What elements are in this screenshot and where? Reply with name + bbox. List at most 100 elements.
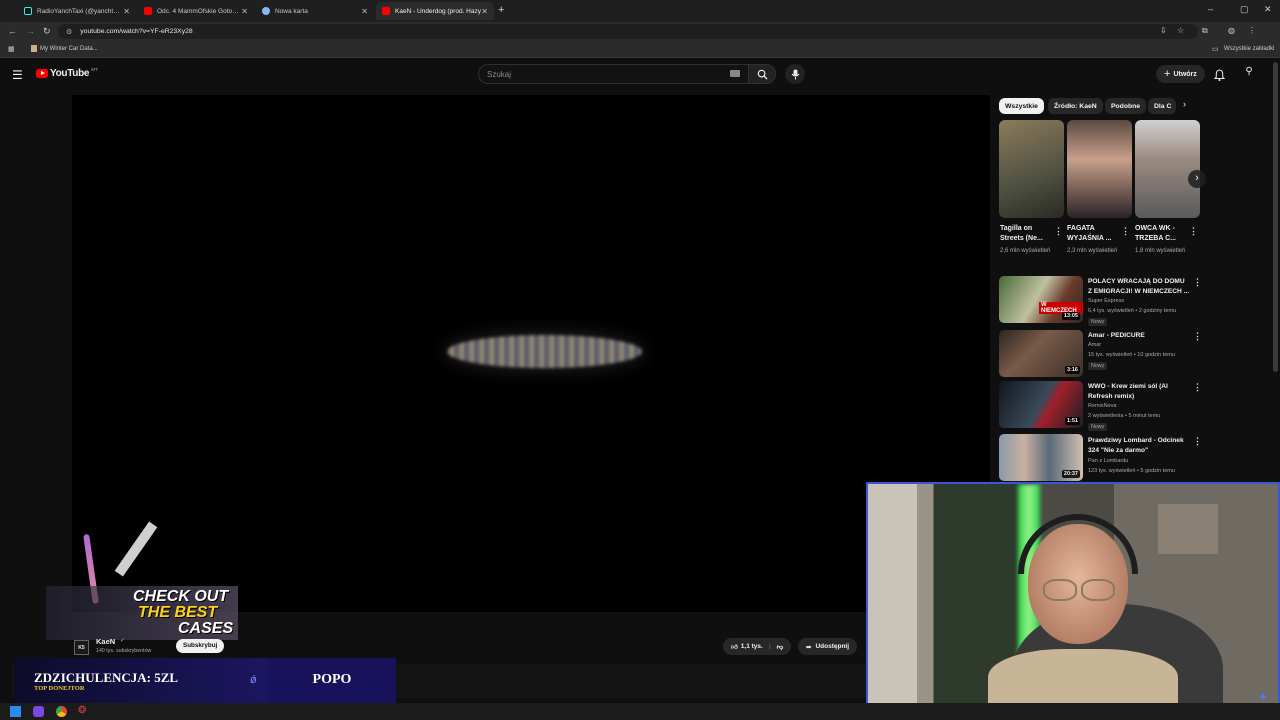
shelf — [1158, 504, 1218, 554]
related-thumbnail[interactable]: 3:16 — [999, 330, 1083, 377]
advert-line-1: CHECK OUT — [133, 588, 229, 605]
chrome-app-icon[interactable] — [56, 706, 67, 717]
forward-icon[interactable]: → — [26, 26, 35, 36]
channel-avatar[interactable]: K5 — [74, 640, 89, 655]
apps-grid-icon[interactable]: ▦ — [8, 45, 15, 53]
short-thumbnail-fagata[interactable] — [1067, 120, 1132, 218]
related-thumbnail[interactable]: W NIEMCZECH 13:05 — [999, 276, 1083, 323]
search-input[interactable]: Szukaj — [478, 64, 748, 84]
more-options-icon[interactable]: ⋮ — [1193, 331, 1202, 342]
more-options-icon[interactable]: ⋮ — [1193, 382, 1202, 393]
related-meta: 6,4 tys. wyświetleń • 2 godziny temu — [1088, 308, 1177, 314]
more-options-icon[interactable]: ⋮ — [1189, 226, 1198, 237]
tab-mammofskie[interactable]: Odc. 4 MammOfskie Gotowan ✕ — [138, 2, 254, 20]
shorts-next-button[interactable]: › — [1188, 170, 1206, 188]
duration-badge: 13:05 — [1061, 312, 1080, 320]
short-thumbnail-owca[interactable] — [1135, 120, 1200, 218]
youtube-play-icon — [36, 69, 48, 78]
chip-all[interactable]: Wszystkie — [999, 98, 1044, 114]
new-tab-button[interactable]: + — [498, 4, 504, 16]
site-settings-icon[interactable]: ⚙ — [66, 28, 72, 36]
related-channel[interactable]: Amar — [1088, 340, 1198, 350]
all-bookmarks-link[interactable]: Wszystkie zakładki — [1224, 46, 1274, 52]
close-icon[interactable]: ✕ — [123, 7, 130, 16]
tab-kaen-underdog[interactable]: KaeN - Underdog (prod. Hazy ✕ — [376, 2, 494, 20]
close-icon[interactable]: ✕ — [361, 7, 368, 16]
new-badge: Nowy — [1088, 423, 1108, 431]
case-advert-overlay: CHECK OUT THE BEST CASES — [46, 521, 238, 642]
extensions-icon[interactable]: ⧉ — [1202, 26, 1208, 36]
short-title[interactable]: OWCA WK - TRZEBA C... — [1135, 224, 1189, 244]
page-scrollbar[interactable] — [1273, 62, 1278, 372]
tab-nowa-karta[interactable]: Nowa karta ✕ — [256, 2, 374, 20]
chip-similar[interactable]: Podobne — [1105, 98, 1147, 114]
related-meta: 123 tys. wyświetleń • 5 godzin temu — [1088, 468, 1175, 474]
app-icon[interactable]: ❂ — [78, 705, 86, 716]
create-button[interactable]: + Utwórz — [1156, 65, 1205, 83]
overlay-logo-icon: ✦ — [1257, 690, 1268, 704]
related-channel[interactable]: Super Express — [1088, 296, 1198, 306]
minimize-icon[interactable]: – — [1208, 4, 1213, 14]
short-views: 2,6 mln wyświetleń — [1000, 248, 1051, 254]
menu-dots-icon[interactable]: ⋮ — [1248, 26, 1256, 35]
hamburger-menu-icon[interactable]: ☰ — [12, 68, 23, 82]
chip-source-kaen[interactable]: Źródło: KaeN — [1048, 98, 1103, 114]
voice-search-button[interactable] — [785, 64, 805, 84]
related-thumbnail[interactable]: 20:37 — [999, 434, 1083, 481]
keyboard-icon[interactable] — [730, 70, 740, 77]
close-icon[interactable]: ✕ — [241, 7, 248, 16]
subscribe-button[interactable]: Subskrybuj — [176, 639, 225, 653]
like-button[interactable]: 👍︎ 1,1 tys. — [731, 643, 763, 651]
short-title[interactable]: FAGATA WYJAŚNIA ... — [1067, 224, 1121, 244]
related-channel[interactable]: Pan z Lombardu — [1088, 456, 1198, 466]
thumbs-down-icon: 👎︎ — [776, 643, 784, 651]
more-options-icon[interactable]: ⋮ — [1121, 226, 1130, 237]
related-title[interactable]: POLACY WRACAJĄ DO DOMU Z EMIGRACJI! W NI… — [1088, 277, 1190, 296]
microphone-icon — [791, 69, 799, 79]
tiktok-icon — [24, 7, 32, 15]
close-window-icon[interactable]: ✕ — [1264, 4, 1272, 15]
related-title[interactable]: WWO - Krew ziemi sól (AI Refresh remix) — [1088, 382, 1190, 401]
close-icon[interactable]: ✕ — [481, 7, 488, 16]
glasses-left — [1043, 579, 1077, 601]
new-badge: Nowy — [1088, 362, 1108, 370]
related-title[interactable]: Prawdziwy Lombard - Odcinek 324 "Nie za … — [1088, 436, 1190, 455]
back-icon[interactable]: ← — [8, 26, 17, 36]
twitch-app-icon[interactable] — [33, 706, 44, 717]
related-meta: 2 wyświetlenia • 5 minut temu — [1088, 413, 1161, 419]
more-options-icon[interactable]: ⋮ — [1193, 277, 1202, 288]
related-channel[interactable]: RemixNova — [1088, 401, 1198, 411]
notifications-bell-icon[interactable] — [1214, 69, 1225, 81]
dislike-button[interactable]: 👎︎ — [777, 643, 784, 651]
duration-badge: 1:51 — [1064, 417, 1080, 425]
reload-icon[interactable]: ↻ — [43, 26, 51, 37]
chevron-right-icon[interactable]: › — [1183, 99, 1186, 109]
chrome-icon — [262, 7, 270, 15]
address-bar[interactable]: ⚙ youtube.com/watch?v=YF-eR23Xy28 — [58, 24, 1198, 39]
more-options-icon[interactable]: ⋮ — [1193, 436, 1202, 447]
chip-for-you[interactable]: Dla C — [1148, 98, 1176, 114]
install-icon[interactable]: ⇩ — [1160, 26, 1167, 35]
short-title[interactable]: Tagilla on Streets (Ne... — [1000, 224, 1054, 244]
short-thumbnail-tagilla[interactable] — [999, 120, 1064, 218]
donation-subtitle: TOP DONEJTOR — [34, 685, 85, 692]
more-options-icon[interactable]: ⋮ — [1054, 226, 1063, 237]
new-badge: Nowy — [1088, 318, 1108, 326]
browser-tab-bar: RadioYanchTaxi (@yanchtaxi) | ✕ Odc. 4 M… — [0, 0, 1280, 22]
donation-overlay: ZDZICHULENCJA: 5ZL TOP DONEJTOR ǿ POPO — [14, 658, 396, 706]
windows-start-icon[interactable] — [10, 706, 21, 717]
avatar[interactable]: ⚲ — [1241, 66, 1257, 82]
short-views: 1,8 mln wyświetleń — [1135, 248, 1186, 254]
tab-radioyanchtaxi[interactable]: RadioYanchTaxi (@yanchtaxi) | ✕ — [18, 2, 136, 20]
profile-icon[interactable]: ◍ — [1228, 26, 1235, 35]
share-button[interactable]: ➦ Udostępnij — [798, 638, 858, 655]
bookmark-star-icon[interactable]: ☆ — [1177, 26, 1184, 35]
maximize-icon[interactable]: ▢ — [1240, 4, 1249, 15]
related-thumbnail[interactable]: 1:51 — [999, 381, 1083, 428]
divider: | — [768, 643, 771, 650]
search-button[interactable] — [748, 64, 776, 84]
youtube-logo[interactable]: YouTube MT — [36, 67, 98, 79]
youtube-icon — [144, 7, 152, 15]
bookmark-item[interactable]: My Winter Car Data... — [40, 46, 98, 52]
channel-name[interactable]: KaeN — [96, 637, 115, 646]
